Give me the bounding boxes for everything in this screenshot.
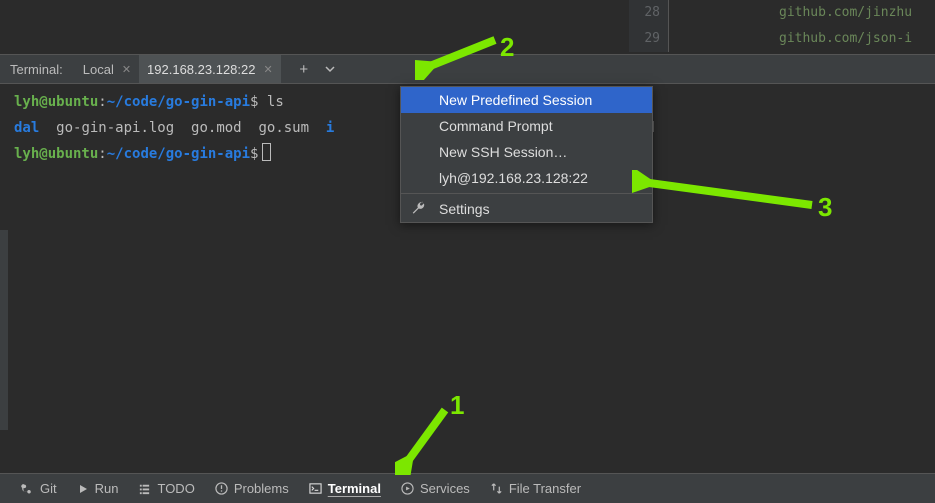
- prompt-user: lyh@ubuntu: [14, 94, 98, 110]
- list-icon: [138, 482, 151, 495]
- close-icon[interactable]: ✕: [122, 63, 131, 76]
- chevron-down-icon: [324, 63, 336, 75]
- code-line: github.com/json-i: [779, 26, 935, 52]
- prompt-user: lyh@ubuntu: [14, 146, 98, 162]
- line-number: 29: [629, 26, 668, 52]
- new-tab-button[interactable]: +: [291, 56, 317, 82]
- terminal-header: Terminal: Local ✕ 192.168.23.128:22 ✕ +: [0, 54, 935, 84]
- menu-settings[interactable]: Settings: [401, 196, 652, 222]
- prompt-path: ~/code/go-gin-api: [107, 146, 250, 162]
- session-dropdown-menu: New Predefined Session Command Prompt Ne…: [400, 86, 653, 223]
- footer-label: Problems: [234, 481, 289, 496]
- plus-icon: +: [299, 61, 308, 78]
- footer-label: Run: [95, 481, 119, 496]
- terminal-icon: [309, 482, 322, 495]
- editor-content: github.com/jinzhu github.com/json-i: [669, 0, 935, 52]
- footer-todo[interactable]: TODO: [128, 475, 204, 503]
- prompt-sep: :: [98, 94, 106, 110]
- ls-entry: dal: [14, 120, 39, 136]
- ls-entry: go-gin-api.log: [56, 120, 174, 136]
- footer-label: File Transfer: [509, 481, 581, 496]
- footer-toolbar: Git Run TODO Problems Terminal Services: [0, 473, 935, 503]
- command-text: ls: [267, 94, 284, 110]
- menu-new-ssh[interactable]: New SSH Session…: [401, 139, 652, 165]
- dropdown-button[interactable]: [317, 56, 343, 82]
- ls-entry: i: [326, 120, 334, 136]
- code-line: github.com/jinzhu: [779, 0, 935, 26]
- warning-icon: [215, 482, 228, 495]
- line-number: 28: [629, 0, 668, 26]
- wrench-icon: [411, 201, 425, 218]
- menu-ssh-host[interactable]: lyh@192.168.23.128:22: [401, 165, 652, 191]
- prompt-sep: :: [98, 146, 106, 162]
- side-toolbar[interactable]: [0, 230, 8, 430]
- transfer-icon: [490, 482, 503, 495]
- footer-run[interactable]: Run: [67, 475, 129, 503]
- editor-gutter: 28 29: [629, 0, 669, 52]
- branch-icon: [20, 482, 34, 496]
- play-icon: [77, 483, 89, 495]
- prompt-dollar: $: [250, 94, 258, 110]
- services-icon: [401, 482, 414, 495]
- footer-problems[interactable]: Problems: [205, 475, 299, 503]
- terminal-tab-local[interactable]: Local ✕: [75, 55, 139, 83]
- annotation-3: 3: [818, 192, 832, 223]
- footer-label: Git: [40, 481, 57, 496]
- tab-label: Local: [83, 62, 114, 77]
- prompt-dollar: $: [250, 146, 258, 162]
- footer-terminal[interactable]: Terminal: [299, 475, 391, 503]
- tab-label: 192.168.23.128:22: [147, 62, 255, 77]
- terminal-tab-ssh[interactable]: 192.168.23.128:22 ✕: [139, 55, 281, 83]
- terminal-label: Terminal:: [10, 62, 63, 77]
- prompt-path: ~/code/go-gin-api: [107, 94, 250, 110]
- annotation-1: 1: [450, 390, 464, 421]
- menu-new-predefined[interactable]: New Predefined Session: [401, 87, 652, 113]
- menu-label: Settings: [439, 201, 490, 217]
- close-icon[interactable]: ✕: [263, 63, 272, 76]
- annotation-2: 2: [500, 32, 514, 63]
- menu-divider: [401, 193, 652, 194]
- footer-file-transfer[interactable]: File Transfer: [480, 475, 591, 503]
- ls-entry: go.mod: [191, 120, 242, 136]
- footer-services[interactable]: Services: [391, 475, 480, 503]
- ls-entry: go.sum: [258, 120, 309, 136]
- footer-git[interactable]: Git: [10, 475, 67, 503]
- footer-label: TODO: [157, 481, 194, 496]
- terminal-cursor: [262, 143, 271, 161]
- footer-label: Services: [420, 481, 470, 496]
- footer-label: Terminal: [328, 481, 381, 496]
- menu-command-prompt[interactable]: Command Prompt: [401, 113, 652, 139]
